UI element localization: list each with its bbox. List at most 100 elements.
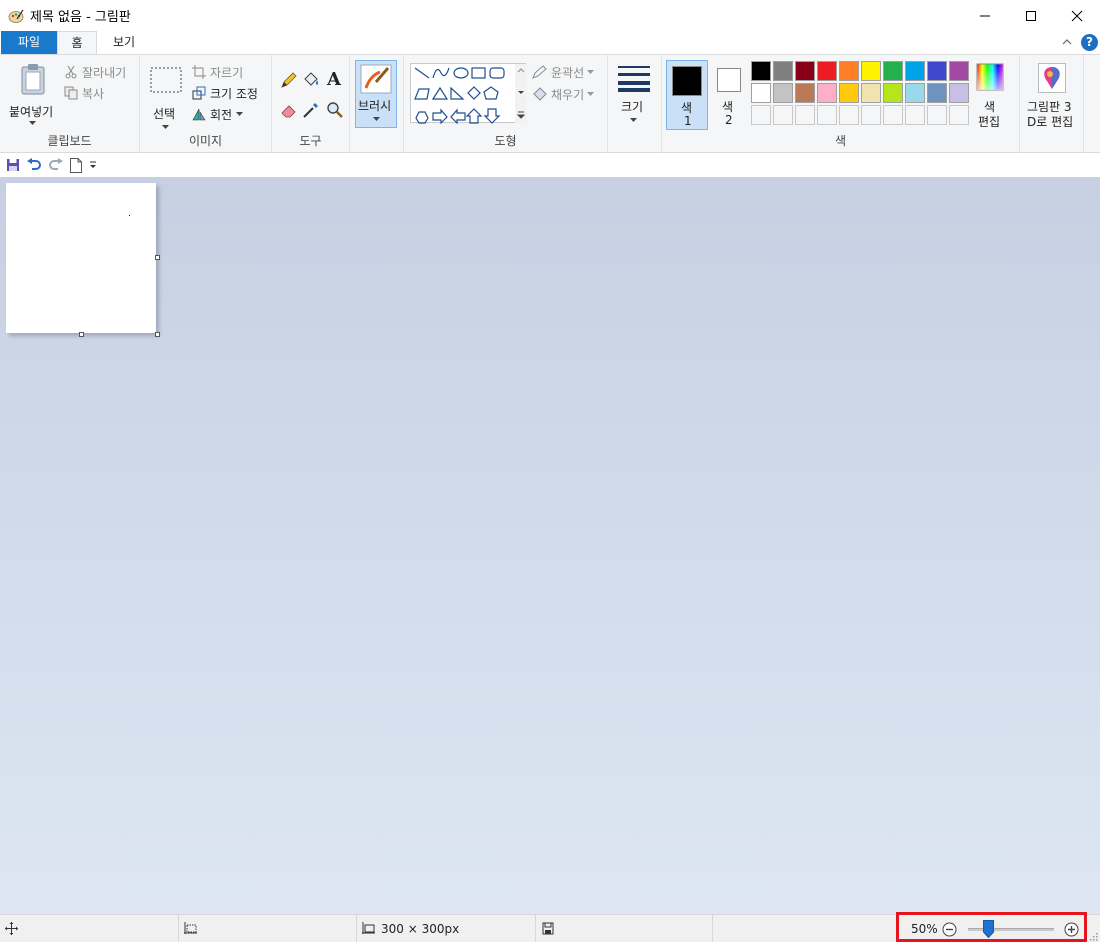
eraser-icon[interactable] xyxy=(280,101,298,119)
undo-icon[interactable] xyxy=(26,158,42,172)
palette-swatch-empty[interactable] xyxy=(905,105,925,125)
palette-swatch[interactable] xyxy=(949,83,969,103)
text-tool-icon[interactable]: A xyxy=(327,69,341,90)
status-separator xyxy=(712,915,713,942)
palette-swatch[interactable] xyxy=(839,83,859,103)
maximize-icon xyxy=(1026,10,1036,21)
resize-handle-corner[interactable] xyxy=(155,332,160,337)
edit-colors-button[interactable]: 색 편집 xyxy=(974,60,1006,130)
fill-dropdown-icon[interactable] xyxy=(587,91,595,97)
crop-button[interactable]: 자르기 xyxy=(192,63,243,81)
clipboard-group: 붙여넣기 잘라내기 복사 클립보드 xyxy=(0,55,140,153)
paste-label: 붙여넣기 xyxy=(9,105,54,119)
rotate-button[interactable]: 회전 xyxy=(192,105,244,123)
palette-swatch-empty[interactable] xyxy=(751,105,771,125)
canvas-size-icon xyxy=(362,922,375,934)
paint3d-icon xyxy=(1038,63,1066,93)
paint3d-group: 그림판 3 D로 편집 xyxy=(1020,55,1084,153)
magnifier-icon[interactable] xyxy=(326,101,344,119)
paste-dropdown-icon[interactable] xyxy=(29,121,36,126)
resize-handle-right[interactable] xyxy=(155,255,160,260)
outline-button[interactable]: 윤곽선 xyxy=(532,63,595,81)
palette-swatch-empty[interactable] xyxy=(817,105,837,125)
ribbon-tab-row: 파일 홈 보기 ? xyxy=(0,31,1100,55)
palette-swatch-empty[interactable] xyxy=(795,105,815,125)
palette-swatch[interactable] xyxy=(861,61,881,81)
palette-swatch[interactable] xyxy=(927,61,947,81)
palette-swatch-empty[interactable] xyxy=(861,105,881,125)
ribbon: 붙여넣기 잘라내기 복사 클립보드 선택 자르기 크기 조정 회전 이미지 A … xyxy=(0,54,1100,153)
select-dropdown-icon[interactable] xyxy=(162,125,169,130)
resize-grip-icon[interactable] xyxy=(1089,932,1098,941)
rotate-dropdown-icon[interactable] xyxy=(236,111,244,117)
outline-dropdown-icon[interactable] xyxy=(587,69,595,75)
color1-button[interactable]: 색 1 xyxy=(666,60,708,130)
line-size-icon xyxy=(618,66,650,92)
canvas-workspace xyxy=(0,177,1100,914)
fill-bucket-icon[interactable] xyxy=(302,71,320,89)
resize-button[interactable]: 크기 조정 xyxy=(192,84,258,102)
color1-swatch xyxy=(672,66,702,96)
tab-file[interactable]: 파일 xyxy=(1,31,57,54)
customize-qat-icon[interactable] xyxy=(88,160,98,170)
selection-size-icon xyxy=(184,922,197,934)
close-button[interactable] xyxy=(1054,0,1100,31)
pencil-icon[interactable] xyxy=(280,71,298,89)
brush-dropdown-icon[interactable] xyxy=(373,117,380,122)
copy-button[interactable]: 복사 xyxy=(64,84,104,102)
shapes-gallery[interactable] xyxy=(410,63,527,125)
maximize-button[interactable] xyxy=(1008,0,1054,31)
color2-label-b: 2 xyxy=(725,113,733,127)
collapse-ribbon-icon[interactable] xyxy=(1060,35,1074,49)
palette-swatch[interactable] xyxy=(927,83,947,103)
palette-swatch[interactable] xyxy=(883,83,903,103)
palette-swatch[interactable] xyxy=(883,61,903,81)
cut-label: 잘라내기 xyxy=(82,65,127,80)
image-group-label: 이미지 xyxy=(188,134,223,148)
palette-swatch[interactable] xyxy=(861,83,881,103)
palette-swatch-empty[interactable] xyxy=(883,105,903,125)
size-dropdown-icon[interactable] xyxy=(630,118,637,123)
fill-button[interactable]: 채우기 xyxy=(532,85,595,103)
edit-with-paint3d-button[interactable]: 그림판 3 D로 편집 xyxy=(1022,60,1082,130)
palette-swatch[interactable] xyxy=(795,61,815,81)
select-button[interactable]: 선택 xyxy=(148,63,182,131)
palette-swatch[interactable] xyxy=(839,61,859,81)
shapes-group: 윤곽선 채우기 도형 xyxy=(404,55,608,153)
canvas-size-text: 300 × 300px xyxy=(381,922,460,936)
palette-swatch[interactable] xyxy=(773,83,793,103)
palette-swatch[interactable] xyxy=(817,83,837,103)
palette-swatch[interactable] xyxy=(751,61,771,81)
help-icon[interactable]: ? xyxy=(1081,34,1098,51)
drawing-canvas[interactable] xyxy=(6,183,156,333)
redo-icon[interactable] xyxy=(48,158,64,172)
file-size-icon xyxy=(542,922,554,935)
palette-swatch-empty[interactable] xyxy=(927,105,947,125)
palette-swatch[interactable] xyxy=(949,61,969,81)
scissors-icon xyxy=(65,65,77,79)
new-file-icon[interactable] xyxy=(70,157,82,173)
outline-label: 윤곽선 xyxy=(551,65,585,80)
save-icon[interactable] xyxy=(6,158,20,172)
palette-swatch[interactable] xyxy=(817,61,837,81)
paste-button[interactable]: 붙여넣기 xyxy=(6,61,58,131)
color2-button[interactable]: 색 2 xyxy=(712,60,746,130)
brush-button[interactable]: 브러시 xyxy=(355,60,397,128)
tab-view[interactable]: 보기 xyxy=(102,31,146,54)
palette-swatch[interactable] xyxy=(773,61,793,81)
palette-swatch[interactable] xyxy=(795,83,815,103)
tab-home[interactable]: 홈 xyxy=(57,31,97,55)
cut-button[interactable]: 잘라내기 xyxy=(64,63,126,81)
resize-handle-bottom[interactable] xyxy=(79,332,84,337)
palette-swatch-empty[interactable] xyxy=(949,105,969,125)
resize-icon xyxy=(192,86,206,100)
minimize-button[interactable] xyxy=(962,0,1008,31)
paint3d-label-b: D로 편집 xyxy=(1027,115,1074,129)
palette-swatch-empty[interactable] xyxy=(839,105,859,125)
color-picker-icon[interactable] xyxy=(302,101,320,119)
palette-swatch[interactable] xyxy=(751,83,771,103)
palette-swatch[interactable] xyxy=(905,61,925,81)
size-button[interactable]: 크기 xyxy=(612,60,656,130)
palette-swatch[interactable] xyxy=(905,83,925,103)
palette-swatch-empty[interactable] xyxy=(773,105,793,125)
